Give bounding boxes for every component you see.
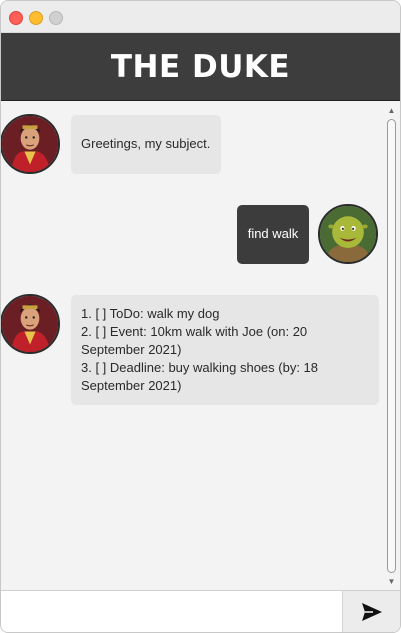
- close-window-button[interactable]: [9, 11, 23, 25]
- chat-area[interactable]: Greetings, my subject. find walk 1. [] …: [1, 101, 383, 589]
- duke-avatar: [1, 114, 60, 174]
- task-line: 1. [ ] ToDo: walk my dog: [81, 306, 220, 321]
- send-button[interactable]: [342, 591, 400, 632]
- title-bar: [1, 1, 400, 33]
- task-line: September 2021): [81, 378, 182, 393]
- minimize-window-button[interactable]: [29, 11, 43, 25]
- duke-message-bubble: Greetings, my subject.: [71, 115, 221, 174]
- scroll-thumb[interactable]: [387, 119, 396, 573]
- message-input[interactable]: [1, 591, 341, 632]
- app-window: THE DUKE Greetings, my subject. find wal…: [0, 0, 401, 633]
- scroll-down-icon[interactable]: ▼: [386, 576, 397, 587]
- zoom-window-button[interactable]: [49, 11, 63, 25]
- task-line: 3. [ ] Deadline: buy walking shoes (by: …: [81, 360, 319, 375]
- task-line: September 2021): [81, 342, 182, 357]
- duke-avatar: [1, 294, 60, 354]
- app-header: THE DUKE: [1, 33, 400, 102]
- duke-message-bubble: 1. [ ] ToDo: walk my dog 2. [ ] Event: 1…: [71, 295, 379, 405]
- message-text: Greetings, my subject.: [81, 136, 211, 151]
- send-icon: [361, 603, 382, 621]
- input-bar: [1, 590, 400, 632]
- scroll-up-icon[interactable]: ▲: [386, 105, 397, 116]
- message-text: find walk: [247, 226, 299, 241]
- task-line: 2. [ ] Event: 10km walk with Joe (on: 20: [81, 324, 308, 339]
- chat-scrollbar[interactable]: ▲ ▼: [383, 101, 400, 589]
- user-message-bubble: find walk: [237, 205, 309, 264]
- app-title: THE DUKE: [110, 48, 291, 85]
- shrek-avatar: [318, 204, 378, 264]
